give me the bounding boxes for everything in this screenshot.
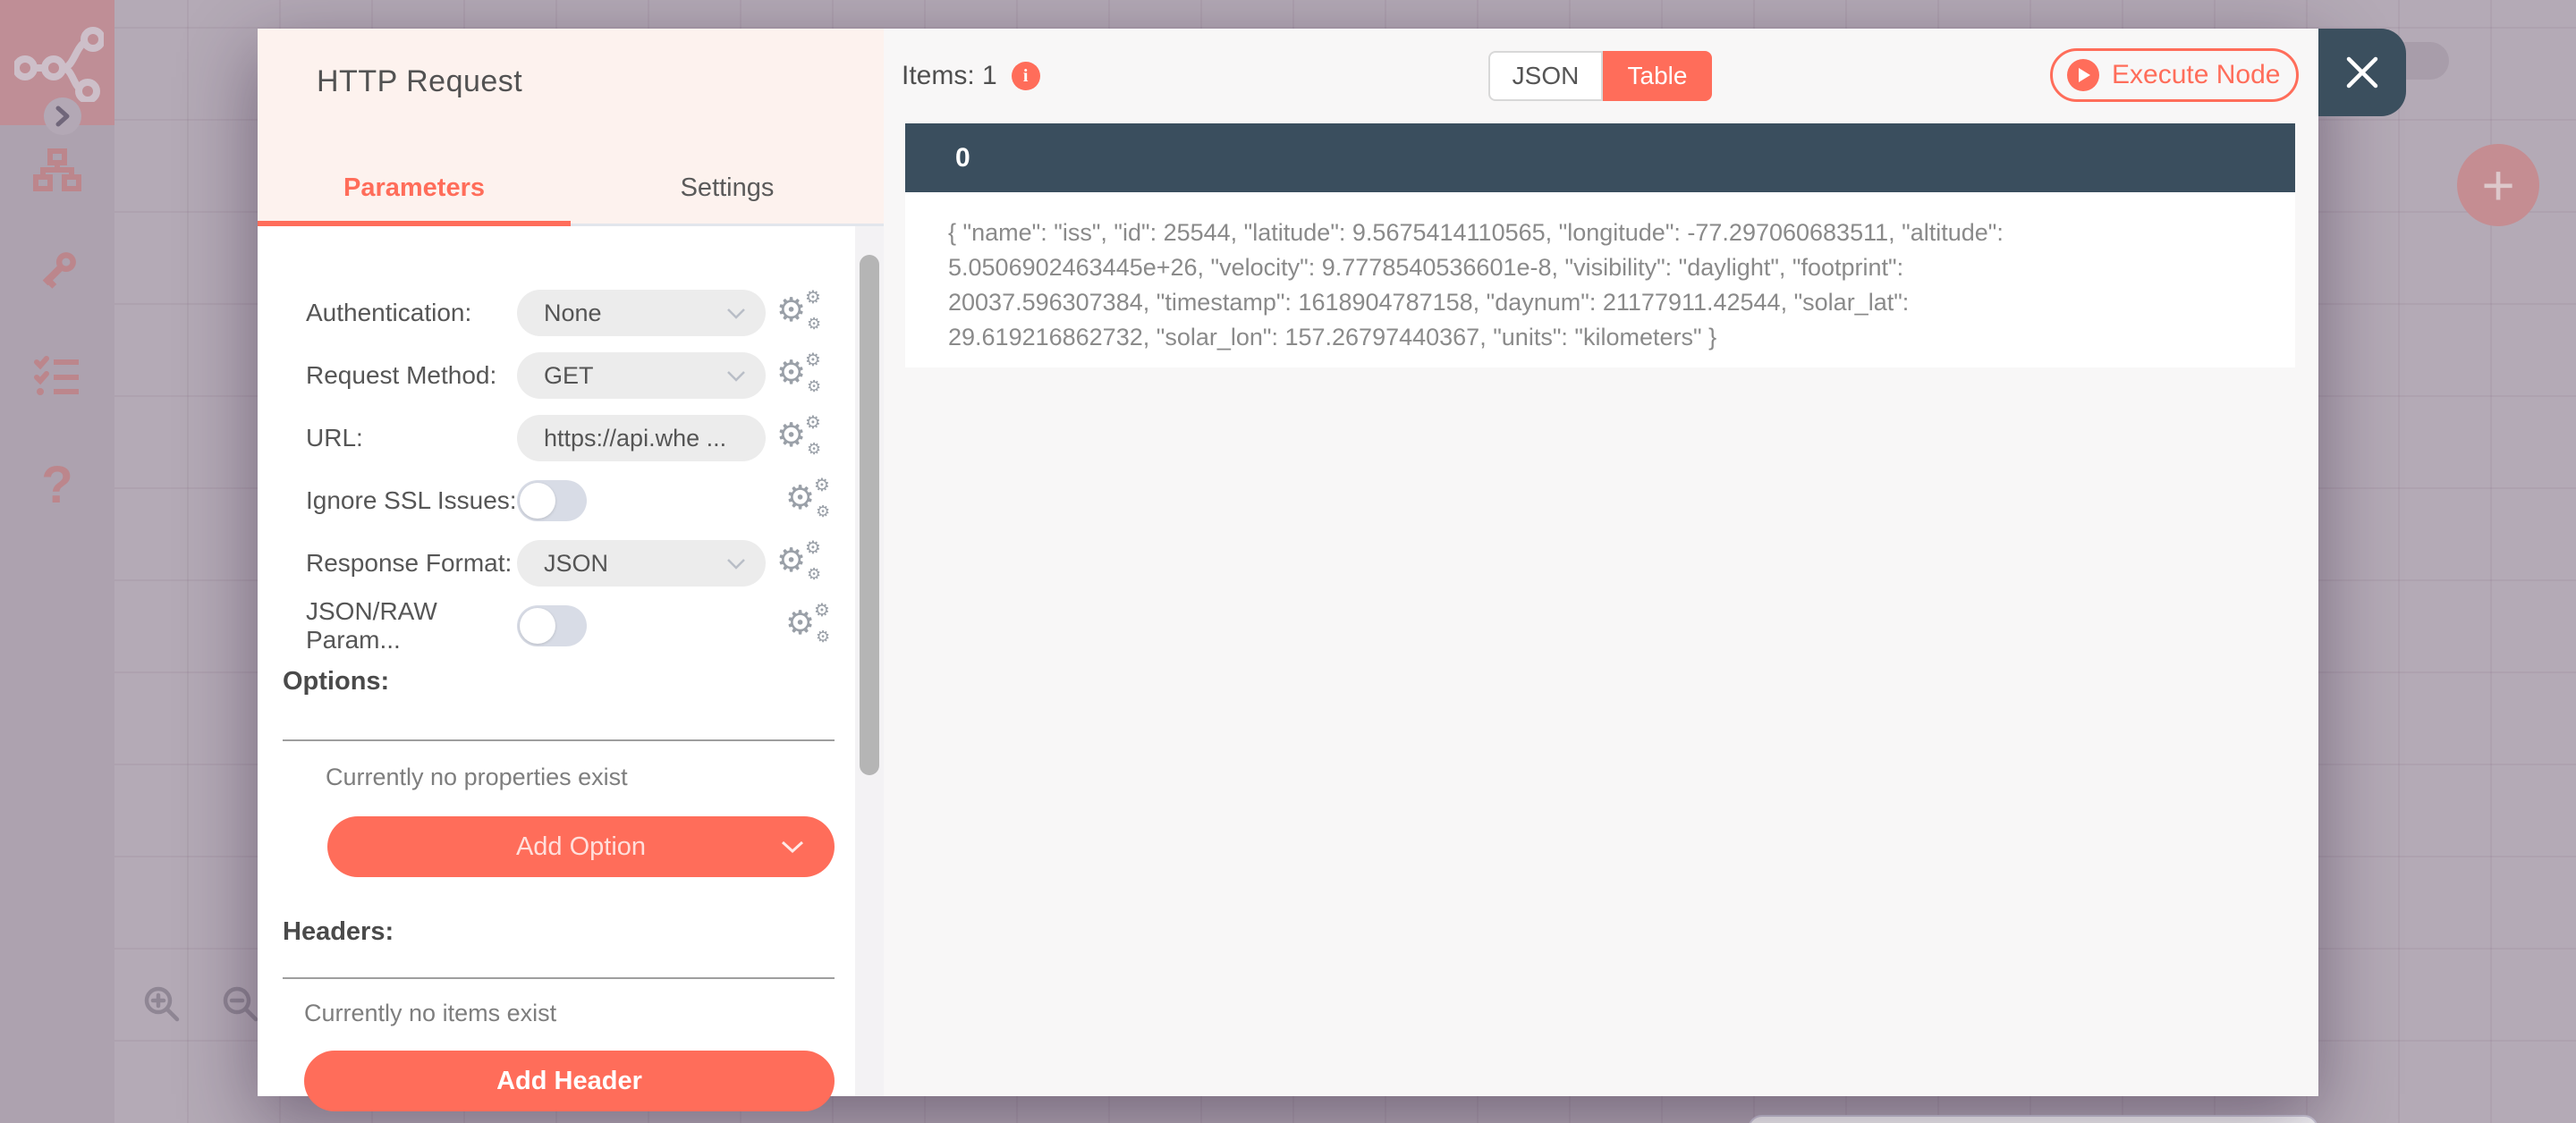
workflows-icon[interactable] bbox=[0, 148, 114, 191]
add-option-label: Add Option bbox=[515, 832, 647, 861]
param-row-request-method: Request Method: GET ⚙ ⚙ ⚙ bbox=[258, 344, 884, 407]
toggle-knob bbox=[520, 483, 555, 519]
field-label: Response Format: bbox=[306, 549, 513, 577]
zoom-in-icon[interactable] bbox=[141, 984, 182, 1029]
field-settings-icon[interactable]: ⚙ ⚙ ⚙ bbox=[776, 538, 828, 588]
plus-icon: + bbox=[2481, 153, 2515, 217]
param-row-url: URL: https://api.whe ... ⚙ ⚙ ⚙ bbox=[258, 407, 884, 469]
zoom-out-icon[interactable] bbox=[220, 984, 261, 1029]
background-tooltip-edge bbox=[1748, 1115, 2318, 1123]
node-detail-modal: HTTP Request Parameters Settings Authent… bbox=[258, 29, 2406, 1111]
results-panel: Items: 1 i JSON Table Execute Node 0 { "… bbox=[884, 29, 2318, 1096]
json-raw-parameters-toggle[interactable] bbox=[517, 605, 587, 646]
close-icon bbox=[2346, 56, 2378, 89]
n8n-editor: ? + HTTP Request Parameters Settings Aut… bbox=[0, 0, 2576, 1123]
select-value: None bbox=[544, 299, 602, 326]
options-empty-text: Currently no properties exist bbox=[326, 764, 628, 790]
panel-tabs: Parameters Settings bbox=[258, 152, 884, 224]
url-input[interactable]: https://api.whe ... bbox=[517, 415, 766, 461]
results-header: Items: 1 i JSON Table Execute Node bbox=[884, 29, 2318, 123]
tab-parameters[interactable]: Parameters bbox=[258, 152, 571, 224]
field-settings-icon[interactable]: ⚙ ⚙ ⚙ bbox=[785, 601, 837, 651]
field-settings-icon[interactable]: ⚙ ⚙ ⚙ bbox=[776, 288, 828, 338]
field-label: URL: bbox=[306, 424, 363, 452]
add-header-button[interactable]: Add Header bbox=[304, 1051, 835, 1111]
options-divider bbox=[283, 739, 835, 741]
add-option-button[interactable]: Add Option bbox=[327, 816, 835, 877]
parameters-panel: HTTP Request Parameters Settings Authent… bbox=[258, 29, 884, 1111]
field-label: Authentication: bbox=[306, 299, 472, 326]
column-header-label: 0 bbox=[955, 142, 970, 173]
node-title: HTTP Request bbox=[317, 64, 523, 98]
parameter-rows: Authentication: None ⚙ ⚙ ⚙ Request Method:… bbox=[258, 253, 884, 657]
field-label: Ignore SSL Issues: bbox=[306, 486, 517, 514]
chevron-down-icon bbox=[781, 840, 804, 853]
field-settings-icon[interactable]: ⚙ ⚙ ⚙ bbox=[776, 413, 828, 463]
execute-node-label: Execute Node bbox=[2112, 60, 2281, 89]
authentication-select[interactable]: None bbox=[517, 290, 766, 336]
table-column-header: 0 bbox=[905, 123, 2295, 192]
active-tab-underline bbox=[258, 221, 571, 226]
row-json-text: { "name": "iss", "id": 25544, "latitude"… bbox=[948, 219, 2004, 350]
ignore-ssl-toggle[interactable] bbox=[517, 480, 587, 521]
response-format-select[interactable]: JSON bbox=[517, 540, 766, 587]
view-toggle-json[interactable]: JSON bbox=[1488, 51, 1603, 101]
headers-heading: Headers: bbox=[283, 917, 394, 946]
tab-settings[interactable]: Settings bbox=[571, 152, 884, 224]
execute-node-button[interactable]: Execute Node bbox=[2050, 48, 2299, 102]
param-row-ignore-ssl: Ignore SSL Issues: ⚙ ⚙ ⚙ bbox=[258, 469, 884, 532]
add-header-label: Add Header bbox=[496, 1066, 642, 1095]
executions-list-icon[interactable] bbox=[0, 356, 114, 397]
param-row-json-raw: JSON/RAW Param... ⚙ ⚙ ⚙ bbox=[258, 595, 884, 657]
field-label: JSON/RAW Param... bbox=[306, 597, 437, 654]
credentials-key-icon[interactable] bbox=[0, 249, 114, 293]
play-icon bbox=[2067, 59, 2099, 91]
add-node-button[interactable]: + bbox=[2457, 144, 2539, 226]
close-button[interactable] bbox=[2318, 29, 2406, 116]
chevron-down-icon bbox=[727, 308, 745, 319]
param-row-authentication: Authentication: None ⚙ ⚙ ⚙ bbox=[258, 282, 884, 344]
headers-empty-text: Currently no items exist bbox=[304, 1000, 557, 1026]
table-row[interactable]: { "name": "iss", "id": 25544, "latitude"… bbox=[905, 192, 2295, 367]
toggle-knob bbox=[520, 608, 555, 644]
input-value: https://api.whe ... bbox=[544, 424, 727, 452]
help-icon[interactable]: ? bbox=[0, 460, 114, 511]
headers-divider bbox=[283, 977, 835, 979]
options-heading: Options: bbox=[283, 667, 390, 696]
sidebar-expand-chevron-icon[interactable] bbox=[44, 97, 81, 135]
param-row-response-format: Response Format: JSON ⚙ ⚙ ⚙ bbox=[258, 532, 884, 595]
field-settings-icon[interactable]: ⚙ ⚙ ⚙ bbox=[776, 350, 828, 401]
field-settings-icon[interactable]: ⚙ ⚙ ⚙ bbox=[785, 476, 837, 526]
info-icon[interactable]: i bbox=[1011, 62, 1040, 90]
chevron-down-icon bbox=[727, 370, 745, 382]
field-label: Request Method: bbox=[306, 361, 497, 389]
view-toggle: JSON Table bbox=[1488, 51, 1712, 101]
select-value: GET bbox=[544, 361, 594, 389]
select-value: JSON bbox=[544, 549, 609, 577]
view-toggle-table[interactable]: Table bbox=[1603, 51, 1712, 101]
panel-header: HTTP Request Parameters Settings bbox=[258, 29, 884, 226]
sidebar: ? bbox=[0, 0, 114, 1123]
chevron-down-icon bbox=[727, 558, 745, 570]
panel-scrollbar-thumb[interactable] bbox=[860, 255, 879, 775]
items-count: Items: 1 bbox=[902, 61, 997, 90]
request-method-select[interactable]: GET bbox=[517, 352, 766, 399]
